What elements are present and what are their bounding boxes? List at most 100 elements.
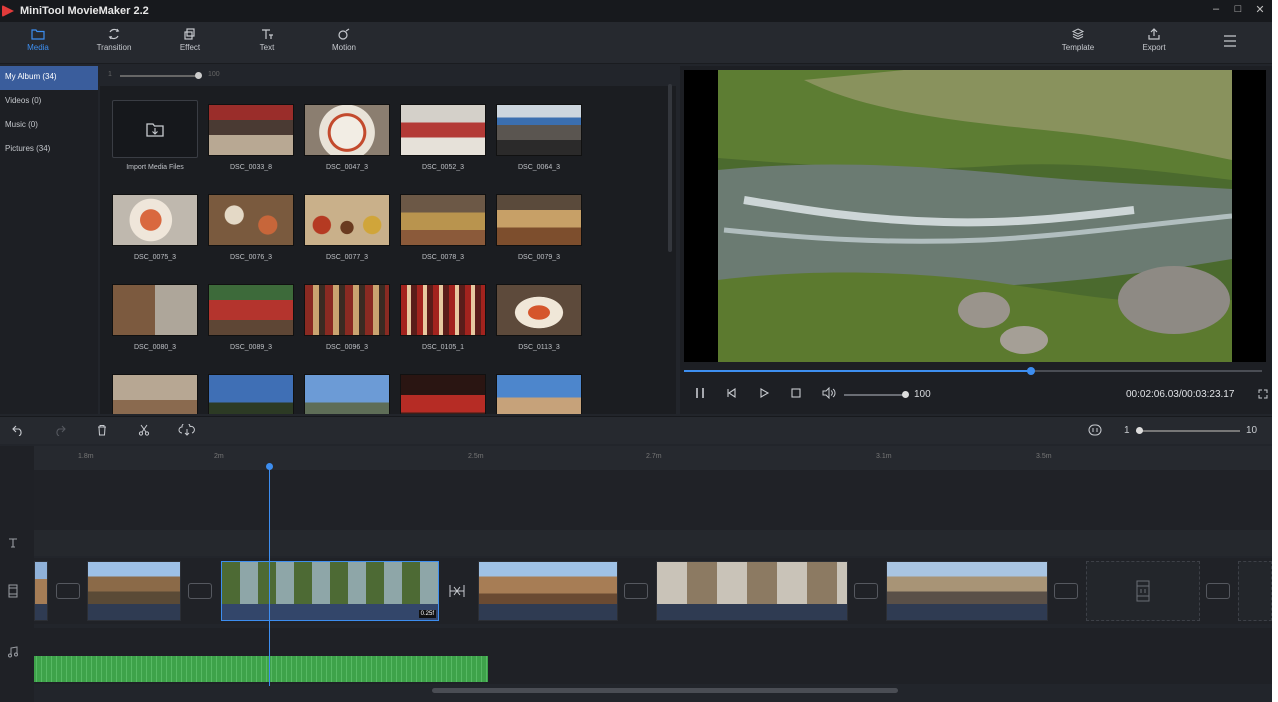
media-thumbnail	[304, 284, 390, 336]
selected-video-clip[interactable]: 0.25f	[221, 561, 439, 621]
video-track[interactable]: 0.25f	[34, 558, 1272, 624]
media-item[interactable]: DSC_0113_3	[496, 284, 582, 351]
clip-thumbnail	[88, 562, 180, 604]
media-item[interactable]: DSC_0076_3	[208, 194, 294, 261]
ruler-tick: 2.5m	[468, 453, 484, 460]
previous-frame-button[interactable]	[726, 387, 738, 402]
playhead-handle[interactable]	[266, 463, 273, 470]
transition-slot[interactable]	[624, 583, 648, 599]
thumbnail-zoom-handle[interactable]	[195, 72, 202, 79]
media-item[interactable]: DSC_0064_3	[496, 104, 582, 171]
album-videos[interactable]: Videos (0)	[0, 90, 98, 114]
minimize-button[interactable]: –	[1208, 3, 1224, 15]
export-button[interactable]: Export	[1124, 28, 1184, 52]
undo-button[interactable]	[12, 424, 24, 439]
media-item[interactable]	[400, 374, 486, 414]
media-item[interactable]: DSC_0047_3	[304, 104, 390, 171]
tab-transition[interactable]: Transition	[84, 28, 144, 52]
timeline-zoom-handle[interactable]	[1136, 427, 1143, 434]
media-item[interactable]	[208, 374, 294, 414]
timeline-ruler[interactable]: 1.8m 2m 2.5m 2.7m 3.1m 3.5m	[34, 446, 1272, 470]
media-item[interactable]: DSC_0105_1	[400, 284, 486, 351]
media-thumbnail	[208, 374, 294, 414]
clip-thumbnail	[479, 562, 617, 604]
close-button[interactable]: ✕	[1252, 3, 1268, 16]
ruler-tick: 1.8m	[78, 453, 94, 460]
transition-slot[interactable]	[1054, 583, 1078, 599]
text-track[interactable]	[34, 530, 1272, 556]
media-thumbnail	[304, 104, 390, 156]
menu-button[interactable]	[1200, 34, 1260, 51]
media-thumbnail	[304, 374, 390, 414]
timeline-playhead[interactable]	[269, 466, 270, 686]
volume-handle[interactable]	[902, 391, 909, 398]
video-clip[interactable]	[656, 561, 848, 621]
tab-text[interactable]: Text	[237, 28, 297, 52]
album-music[interactable]: Music (0)	[0, 114, 98, 138]
music-track[interactable]	[34, 628, 1272, 684]
zoom-min-label: 1	[108, 71, 112, 78]
empty-clip-placeholder[interactable]	[1086, 561, 1200, 621]
media-item[interactable]	[112, 374, 198, 414]
media-item[interactable]: DSC_0033_8	[208, 104, 294, 171]
media-item-label: DSC_0075_3	[133, 254, 177, 261]
delete-button[interactable]	[96, 424, 108, 439]
album-my-album[interactable]: My Album (34)	[0, 66, 98, 90]
timeline-scrollbar[interactable]	[432, 688, 898, 693]
previous-frame-icon	[727, 387, 736, 399]
media-item-label: DSC_0077_3	[325, 254, 369, 261]
media-item[interactable]: DSC_0075_3	[112, 194, 198, 261]
media-item[interactable]: DSC_0096_3	[304, 284, 390, 351]
playback-progress-bar[interactable]	[684, 367, 1262, 375]
timeline-zoom-slider[interactable]	[1136, 430, 1240, 432]
zoom-fit-button[interactable]	[1088, 424, 1102, 439]
library-scrollbar[interactable]	[668, 84, 672, 252]
transition-applied-icon[interactable]	[446, 583, 470, 599]
maximize-button[interactable]: □	[1230, 3, 1246, 15]
media-item[interactable]	[304, 374, 390, 414]
audio-button[interactable]	[178, 422, 196, 439]
clip-audio-wave	[657, 604, 847, 620]
template-button[interactable]: Template	[1048, 28, 1108, 52]
volume-button[interactable]	[822, 386, 836, 402]
media-item[interactable]	[496, 374, 582, 414]
video-track-icon	[7, 584, 19, 601]
play-button[interactable]	[758, 387, 770, 402]
playback-progress-fill	[684, 370, 1031, 372]
redo-button[interactable]	[54, 424, 66, 439]
media-item-label: DSC_0076_3	[229, 254, 273, 261]
app-logo-icon	[2, 5, 14, 17]
media-item[interactable]: DSC_0079_3	[496, 194, 582, 261]
fullscreen-button[interactable]	[1258, 389, 1268, 402]
pause-button[interactable]	[694, 387, 706, 402]
transition-slot[interactable]	[1206, 583, 1230, 599]
transition-slot[interactable]	[56, 583, 80, 599]
media-item[interactable]: DSC_0052_3	[400, 104, 486, 171]
tab-effect[interactable]: Effect	[160, 28, 220, 52]
transition-slot[interactable]	[188, 583, 212, 599]
volume-slider[interactable]	[844, 394, 906, 396]
video-clip[interactable]	[34, 561, 48, 621]
media-item[interactable]: DSC_0078_3	[400, 194, 486, 261]
tab-media[interactable]: Media	[8, 28, 68, 52]
transition-slot[interactable]	[854, 583, 878, 599]
music-clip[interactable]	[34, 656, 488, 682]
media-item[interactable]: DSC_0080_3	[112, 284, 198, 351]
media-thumbnail	[208, 104, 294, 156]
media-thumbnail	[112, 374, 198, 414]
empty-clip-placeholder[interactable]	[1238, 561, 1272, 621]
video-clip[interactable]	[886, 561, 1048, 621]
tab-motion[interactable]: Motion	[314, 28, 374, 52]
media-item[interactable]: DSC_0089_3	[208, 284, 294, 351]
split-button[interactable]	[138, 424, 150, 439]
media-item[interactable]: DSC_0077_3	[304, 194, 390, 261]
import-media-button[interactable]	[112, 100, 198, 158]
preview-video-frame	[684, 70, 1266, 362]
stop-button[interactable]	[790, 387, 802, 402]
thumbnail-zoom-slider[interactable]	[120, 75, 200, 77]
album-pictures[interactable]: Pictures (34)	[0, 138, 98, 162]
video-clip[interactable]	[87, 561, 181, 621]
import-media-tile[interactable]: Import Media Files	[112, 100, 198, 171]
playback-progress-handle[interactable]	[1026, 367, 1035, 375]
video-clip[interactable]	[478, 561, 618, 621]
